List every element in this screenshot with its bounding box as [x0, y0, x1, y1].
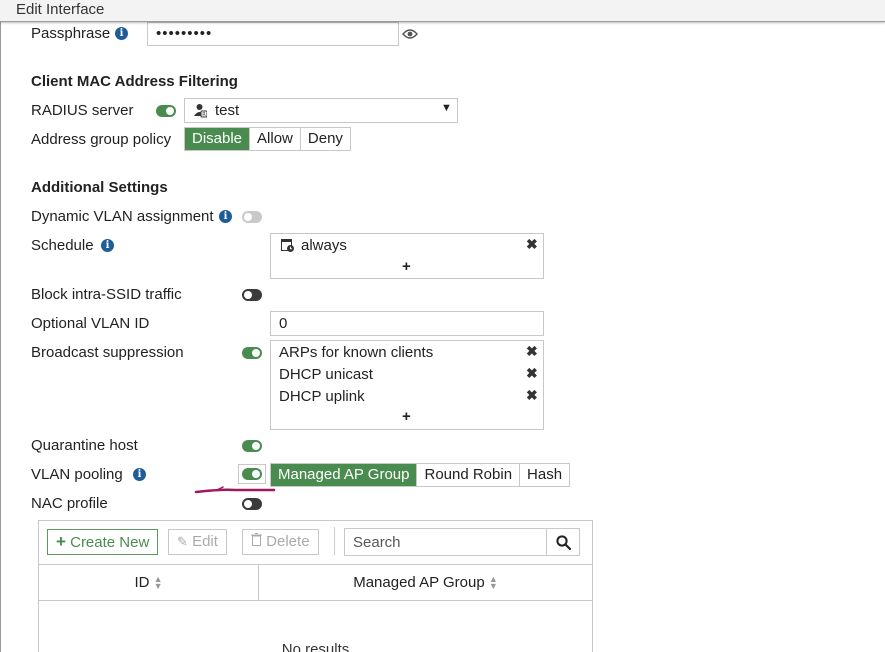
mac-filtering-title: Client MAC Address Filtering [31, 73, 238, 90]
radius-server-label: RADIUS server [31, 102, 134, 119]
address-group-policy-label: Address group policy [31, 131, 172, 148]
window-titlebar: Edit Interface [0, 0, 885, 22]
broadcast-suppression-toggle[interactable] [242, 347, 262, 359]
additional-settings-title: Additional Settings [31, 179, 168, 196]
annotation-underline [194, 486, 276, 494]
edit-button[interactable]: ✎ Edit [168, 529, 227, 555]
column-header-managed-ap-group[interactable]: Managed AP Group ▲ ▼ [259, 565, 592, 600]
search-button[interactable] [546, 528, 580, 556]
optional-vlan-value: 0 [279, 315, 288, 332]
vlan-pooling-option-managed-ap-group[interactable]: Managed AP Group [271, 464, 418, 486]
column-header-id[interactable]: ID ▲ ▼ [39, 565, 259, 600]
column-header-id-label: ID [134, 574, 150, 591]
passphrase-label: Passphrase [31, 25, 111, 42]
passphrase-input[interactable]: ••••••••• [147, 22, 399, 46]
remove-icon[interactable]: ✖ [526, 236, 538, 253]
vlan-pooling-toggle[interactable] [242, 468, 262, 480]
sort-icon: ▲ ▼ [488, 574, 498, 592]
nac-profile-label: NAC profile [31, 495, 108, 512]
broadcast-suppression-label: Broadcast suppression [31, 344, 184, 361]
eye-icon[interactable] [402, 27, 418, 44]
info-icon[interactable]: i [101, 239, 114, 252]
schedule-icon [281, 239, 295, 257]
vlan-pooling-selector: Managed AP Group Round Robin Hash [270, 463, 571, 487]
vlan-pooling-label: VLAN pooling [31, 466, 123, 483]
radius-server-value: test [215, 102, 240, 119]
passphrase-value: ••••••••• [156, 25, 213, 42]
managed-ap-group-table: + Create New ✎ Edit Delete Search ID ▲ ▼ … [38, 520, 593, 652]
policy-option-allow[interactable]: Allow [250, 128, 301, 150]
nac-profile-toggle[interactable] [242, 498, 262, 510]
window-title: Edit Interface [16, 1, 105, 18]
svg-text:R: R [202, 112, 206, 118]
search-icon [556, 535, 571, 550]
user-icon: R [194, 103, 208, 122]
create-new-button[interactable]: + Create New [47, 529, 159, 555]
list-item: DHCP uplink [279, 388, 365, 405]
optional-vlan-label: Optional VLAN ID [31, 315, 150, 332]
dynamic-vlan-label: Dynamic VLAN assignment [31, 208, 214, 225]
remove-icon[interactable]: ✖ [526, 343, 538, 360]
chevron-down-icon: ▼ [441, 102, 452, 114]
block-intra-ssid-label: Block intra-SSID traffic [31, 286, 182, 303]
empty-results-text: No results [281, 641, 350, 652]
info-icon[interactable]: i [219, 210, 232, 223]
column-header-managed-ap-group-label: Managed AP Group [353, 574, 485, 591]
add-icon[interactable]: + [402, 258, 411, 275]
edit-label: Edit [192, 533, 218, 550]
search-placeholder: Search [353, 534, 401, 551]
schedule-label: Schedule [31, 237, 94, 254]
quarantine-host-label: Quarantine host [31, 437, 138, 454]
info-icon[interactable]: i [115, 27, 128, 40]
optional-vlan-input[interactable]: 0 [270, 311, 544, 336]
address-group-policy-selector: Disable Allow Deny [184, 127, 351, 151]
delete-button[interactable]: Delete [242, 529, 319, 555]
pencil-icon: ✎ [177, 534, 188, 549]
trash-icon [251, 533, 266, 550]
remove-icon[interactable]: ✖ [526, 365, 538, 382]
sort-icon: ▲ ▼ [153, 574, 163, 592]
block-intra-ssid-toggle[interactable] [242, 289, 262, 301]
radius-server-toggle[interactable] [156, 105, 176, 117]
radius-server-select[interactable]: R test ▼ [184, 98, 458, 123]
vlan-pooling-option-round-robin[interactable]: Round Robin [417, 464, 521, 486]
left-border [0, 22, 1, 652]
info-icon[interactable]: i [133, 468, 146, 481]
list-item: ARPs for known clients [279, 344, 434, 361]
policy-option-deny[interactable]: Deny [301, 128, 350, 150]
add-icon[interactable]: + [402, 408, 411, 425]
schedule-value: always [301, 237, 347, 254]
dynamic-vlan-toggle[interactable] [242, 211, 262, 223]
remove-icon[interactable]: ✖ [526, 387, 538, 404]
table-header: ID ▲ ▼ Managed AP Group ▲ ▼ [39, 564, 592, 601]
schedule-list[interactable]: always ✖ + [270, 233, 544, 279]
delete-label: Delete [266, 533, 310, 550]
search-input[interactable]: Search [344, 528, 547, 556]
vlan-pooling-option-hash[interactable]: Hash [520, 464, 569, 486]
quarantine-host-toggle[interactable] [242, 440, 262, 452]
create-new-label: Create New [70, 534, 150, 551]
toolbar-divider [334, 527, 335, 555]
list-item: DHCP unicast [279, 366, 373, 383]
policy-option-disable[interactable]: Disable [185, 128, 251, 150]
broadcast-suppression-list[interactable]: ARPs for known clients ✖ DHCP unicast ✖ … [270, 340, 544, 430]
plus-icon: + [56, 532, 66, 551]
